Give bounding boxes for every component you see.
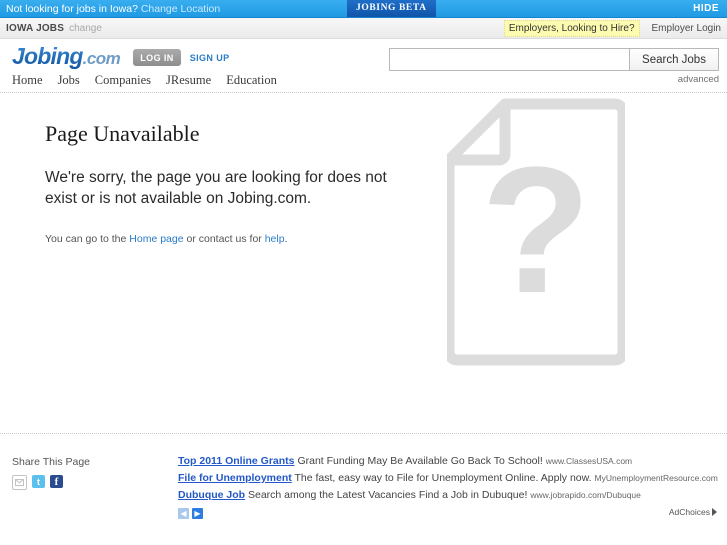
advanced-search-link[interactable]: advanced bbox=[389, 74, 719, 85]
location-notice-text: Not looking for jobs in Iowa? bbox=[6, 2, 138, 15]
ad-item: Dubuque Job Search among the Latest Vaca… bbox=[178, 487, 678, 504]
main-navigation: Home Jobs Companies JResume Education bbox=[12, 73, 277, 88]
ad-description: Grant Funding May Be Available Go Back T… bbox=[297, 455, 543, 467]
ad-title-link[interactable]: File for Unemployment bbox=[178, 472, 292, 484]
ad-title-link[interactable]: Top 2011 Online Grants bbox=[178, 455, 295, 467]
ad-description: The fast, easy way to File for Unemploym… bbox=[294, 472, 592, 484]
ad-pagination: ◀ ▶ bbox=[178, 508, 678, 519]
error-help-text: You can go to the Home page or contact u… bbox=[45, 233, 405, 245]
svg-text:?: ? bbox=[481, 130, 591, 331]
nav-item-companies[interactable]: Companies bbox=[95, 73, 151, 88]
nav-item-education[interactable]: Education bbox=[226, 73, 277, 88]
ad-url: MyUnemploymentResource.com bbox=[594, 473, 718, 483]
search-area: Search Jobs advanced bbox=[389, 48, 719, 85]
hide-beta-bar-button[interactable]: HIDE bbox=[693, 0, 719, 17]
share-label: Share This Page bbox=[12, 456, 91, 468]
ad-url: www.ClassesUSA.com bbox=[545, 456, 633, 466]
employer-login-link[interactable]: Employer Login bbox=[652, 23, 721, 34]
employer-links-group: Employers, Looking to Hire? Employer Log… bbox=[503, 18, 721, 38]
site-header: Jobing.com LOG IN SIGN UP Home Jobs Comp… bbox=[0, 39, 727, 93]
ad-title-link[interactable]: Dubuque Job bbox=[178, 489, 245, 501]
ad-next-button[interactable]: ▶ bbox=[192, 508, 203, 519]
nav-item-jresume[interactable]: JResume bbox=[166, 73, 211, 88]
logo-wordmark: Jobing bbox=[12, 43, 83, 69]
error-message-block: Page Unavailable We're sorry, the page y… bbox=[45, 121, 405, 245]
search-jobs-button[interactable]: Search Jobs bbox=[629, 49, 718, 70]
site-footer: Share This Page t f Top 2011 Online Gran… bbox=[0, 433, 727, 525]
change-market-link[interactable]: change bbox=[64, 23, 102, 34]
facebook-share-icon[interactable]: f bbox=[50, 475, 63, 488]
ad-list: Top 2011 Online Grants Grant Funding May… bbox=[178, 453, 718, 519]
search-box: Search Jobs bbox=[389, 48, 719, 71]
adchoices-label: AdChoices bbox=[668, 507, 710, 517]
ad-description: Search among the Latest Vacancies Find a… bbox=[248, 489, 528, 501]
jobing-logo[interactable]: Jobing.com bbox=[12, 43, 121, 70]
page-title: Page Unavailable bbox=[45, 121, 200, 146]
help-suffix-text: . bbox=[284, 233, 288, 245]
share-this-page-section: Share This Page t f bbox=[12, 456, 90, 490]
employers-looking-to-hire-link[interactable]: Employers, Looking to Hire? bbox=[503, 19, 640, 37]
email-share-icon[interactable] bbox=[12, 475, 27, 490]
nav-item-jobs[interactable]: Jobs bbox=[58, 73, 80, 88]
nav-item-home[interactable]: Home bbox=[12, 73, 43, 88]
help-prefix-text: You can go to the bbox=[45, 233, 130, 245]
help-middle-text: or contact us for bbox=[183, 233, 265, 245]
page-card: Jobing.com LOG IN SIGN UP Home Jobs Comp… bbox=[0, 39, 727, 525]
sign-up-button[interactable]: SIGN UP bbox=[190, 53, 230, 63]
share-icon-group: t f bbox=[12, 475, 90, 490]
main-content: Page Unavailable We're sorry, the page y… bbox=[0, 93, 727, 433]
logo-and-auth-row: Jobing.com LOG IN SIGN UP bbox=[12, 45, 230, 70]
change-location-link[interactable]: Change Location bbox=[141, 3, 220, 15]
logo-tld: .com bbox=[82, 49, 121, 68]
ad-prev-button[interactable]: ◀ bbox=[178, 508, 189, 519]
home-page-link[interactable]: Home page bbox=[129, 233, 183, 245]
beta-announcement-bar: Not looking for jobs in Iowa? Change Loc… bbox=[0, 0, 727, 18]
current-market-label: IOWA JOBS bbox=[6, 22, 65, 34]
adchoices-arrow-icon bbox=[712, 508, 717, 516]
ad-item: Top 2011 Online Grants Grant Funding May… bbox=[178, 453, 678, 470]
location-notice: Not looking for jobs in Iowa? Change Loc… bbox=[0, 3, 220, 15]
log-in-button[interactable]: LOG IN bbox=[133, 49, 181, 66]
error-message-text: We're sorry, the page you are looking fo… bbox=[45, 169, 387, 207]
help-link[interactable]: help bbox=[265, 233, 285, 245]
twitter-share-icon[interactable]: t bbox=[32, 475, 45, 488]
ad-item: File for Unemployment The fast, easy way… bbox=[178, 470, 718, 487]
search-input[interactable] bbox=[390, 49, 629, 70]
document-question-mark-icon: ? bbox=[443, 96, 629, 371]
market-selector-bar: IOWA JOBS change Employers, Looking to H… bbox=[0, 18, 727, 39]
adchoices-badge[interactable]: AdChoices bbox=[669, 507, 717, 517]
ad-url: www.jobrapido.com/Dubuque bbox=[530, 490, 641, 500]
jobing-beta-tab[interactable]: JOBING BETA bbox=[347, 0, 436, 17]
